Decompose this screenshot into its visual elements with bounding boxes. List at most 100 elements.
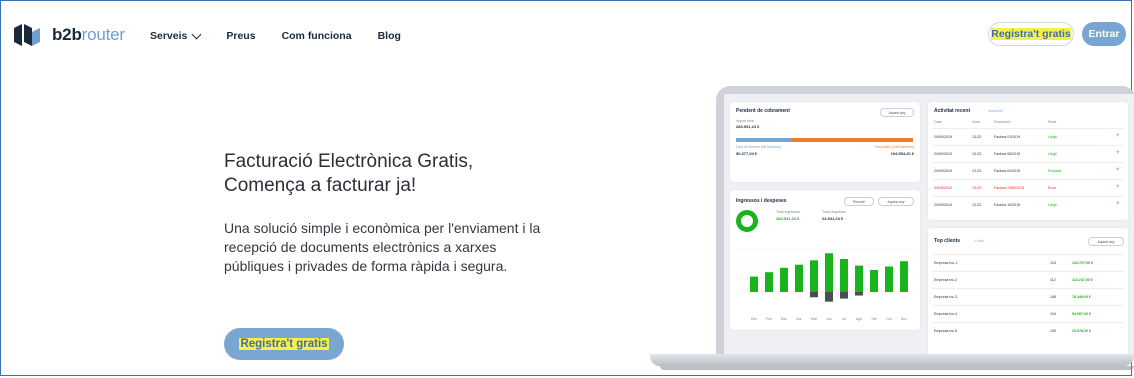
register-button-hero[interactable]: Registra't gratis — [224, 328, 344, 360]
chart-month-label: Nov — [901, 317, 907, 321]
plus-icon[interactable]: + — [1116, 167, 1120, 173]
pending-card: Pendent de cobrament Aquest any Import t… — [730, 102, 920, 182]
activity-cell-doc: Factura 08/2019 — [994, 152, 1021, 156]
clients-new-link[interactable]: < Nou — [974, 239, 984, 243]
income-out-value: 24.931,24 € — [822, 216, 844, 221]
login-button[interactable]: Entrar — [1082, 22, 1126, 46]
income-bar-chart: Gen Feb Mar Abr Mai Jun Jul Ago Set Oct Nov — [736, 249, 914, 321]
menu-item-blog[interactable]: Blog — [378, 30, 401, 42]
activity-cell-date: 24/09/2019 — [934, 203, 952, 207]
activity-row[interactable]: 24/09/2019 13:23 Factura 02/2019 Enviada + — [932, 162, 1124, 180]
chart-month-label: Mai — [811, 317, 817, 321]
chart-month-label: Set — [871, 317, 876, 321]
income-bar — [810, 260, 818, 292]
activity-cell-date: 24/09/2019 — [934, 169, 952, 173]
client-cell-name: Empresa Inc.1 — [934, 261, 958, 265]
client-cell-count: 104 — [1050, 312, 1056, 316]
activity-row[interactable]: 24/09/2019 13:23 Factura 08/2019 Llegit + — [932, 145, 1124, 163]
chevron-down-icon — [191, 29, 202, 39]
chart-month-label: Gen — [751, 317, 758, 321]
pending-right-value: 194.554,20 € — [890, 151, 914, 156]
chart-month-label: Jun — [826, 317, 832, 321]
logo[interactable]: b2brouter — [14, 24, 125, 46]
pending-bar-ontime — [736, 138, 791, 142]
clients-filter: Aquest any — [1088, 237, 1124, 246]
menu-item-com-funciona[interactable]: Com funciona — [282, 30, 352, 42]
client-cell-amount: 113.237,00 € — [1072, 278, 1093, 282]
income-bar — [825, 253, 833, 292]
activity-cell-date: 24/09/2019 — [934, 186, 952, 190]
client-cell-amount: 78.349,00 € — [1072, 295, 1091, 299]
activity-cell-date: 24/09/2019 — [934, 135, 952, 139]
activity-row[interactable]: 24/09/2019 13:23 Factura 01/2019 Llegit + — [932, 128, 1124, 146]
plus-icon[interactable]: + — [1116, 133, 1120, 139]
pending-left-label: Dins de termini (48 factures) — [736, 145, 782, 149]
expense-bar — [840, 292, 848, 299]
income-bar — [840, 259, 848, 292]
income-donut — [736, 210, 758, 232]
activity-title: Activitat recent — [934, 108, 971, 114]
client-cell-name: Empresa Inc.2 — [934, 278, 958, 282]
pending-title: Pendent de cobrament — [736, 108, 790, 114]
activity-cell-doc: Factura 01/2019 — [994, 135, 1021, 139]
activity-cell-status: Llegit — [1048, 152, 1057, 156]
plus-icon[interactable]: + — [1116, 184, 1120, 190]
plus-icon[interactable]: + — [1116, 150, 1120, 156]
clients-card: Top clients < Nou Aquest any Empresa Inc… — [928, 228, 1128, 356]
activity-cell-status: Error — [1048, 186, 1056, 190]
laptop-shadow — [660, 366, 1134, 370]
income-bar — [765, 272, 773, 292]
activity-view-all-link[interactable]: Veure tot — [988, 109, 1002, 113]
client-cell-amount: 123.767,00 € — [1072, 261, 1093, 265]
activity-cell-status: Llegit — [1048, 135, 1057, 139]
activity-cell-time: 13:23 — [972, 135, 981, 139]
activity-cell-time: 13:23 — [972, 203, 981, 207]
activity-cell-doc: Factura 10/2019 — [994, 203, 1021, 207]
client-row[interactable]: Empresa Inc.1 124 123.767,00 € — [932, 254, 1124, 272]
pending-bar-overdue — [791, 138, 913, 142]
pending-filter: Aquest any — [880, 108, 914, 117]
activity-header-date: Data — [934, 120, 942, 124]
laptop-illustration: Pendent de cobrament Aquest any Import t… — [650, 86, 1134, 378]
pending-total: 284.931,24 € — [736, 124, 760, 129]
activity-cell-time: 13:23 — [972, 152, 981, 156]
activity-header-doc: Document — [994, 120, 1011, 124]
expense-bar — [825, 292, 833, 302]
expense-bar — [855, 292, 863, 296]
logo-text: b2brouter — [52, 25, 125, 44]
menu-item-preus[interactable]: Preus — [226, 30, 255, 42]
income-bar — [885, 266, 893, 292]
activity-row[interactable]: 24/09/2019 13:23 Factura 10/2019 Llegit + — [932, 196, 1124, 214]
clients-title: Top clients — [934, 238, 961, 244]
income-bar — [855, 265, 863, 292]
client-row[interactable]: Empresa Inc.5 100 23.678,00 € — [932, 322, 1124, 340]
activity-header-time: Hora — [972, 120, 980, 124]
pending-total-label: Import total — [736, 119, 754, 123]
income-title: Ingressos i despeses — [736, 198, 787, 204]
activity-cell-doc: Factura 2496/2019 — [994, 186, 1025, 190]
activity-cell-status: Enviada — [1048, 169, 1061, 173]
activity-cell-time: 13:23 — [972, 169, 981, 173]
income-filter-year: Aquest any — [878, 197, 914, 206]
income-filter-period: Període — [844, 197, 874, 206]
client-row[interactable]: Empresa Inc.3 108 78.349,00 € — [932, 288, 1124, 306]
chart-month-label: Mar — [781, 317, 788, 321]
client-row[interactable]: Empresa Inc.4 104 54.987,00 € — [932, 305, 1124, 323]
laptop-base — [650, 354, 1134, 366]
menu-item-serveis[interactable]: Serveis — [150, 29, 202, 42]
chart-month-label: Ago — [856, 317, 862, 321]
plus-icon[interactable]: + — [1116, 201, 1120, 207]
activity-cell-time: 13:23 — [972, 186, 981, 190]
client-cell-count: 124 — [1050, 261, 1056, 265]
hero-subtitle: Una solució simple i econòmica per l'env… — [224, 220, 541, 274]
client-row[interactable]: Empresa Inc.2 112 113.237,00 € — [932, 271, 1124, 289]
client-cell-count: 100 — [1050, 329, 1056, 333]
pending-left-value: 90.377,04 € — [736, 151, 758, 156]
register-button-header[interactable]: Registra't gratis — [988, 22, 1074, 46]
income-bar — [780, 267, 788, 292]
income-bar — [750, 276, 758, 292]
expense-bar — [810, 292, 818, 298]
activity-row[interactable]: 24/09/2019 13:23 Factura 2496/2019 Error + — [932, 179, 1124, 197]
pending-right-label: Vençudes (138 factures) — [875, 145, 914, 149]
chart-month-label: Jul — [842, 317, 847, 321]
